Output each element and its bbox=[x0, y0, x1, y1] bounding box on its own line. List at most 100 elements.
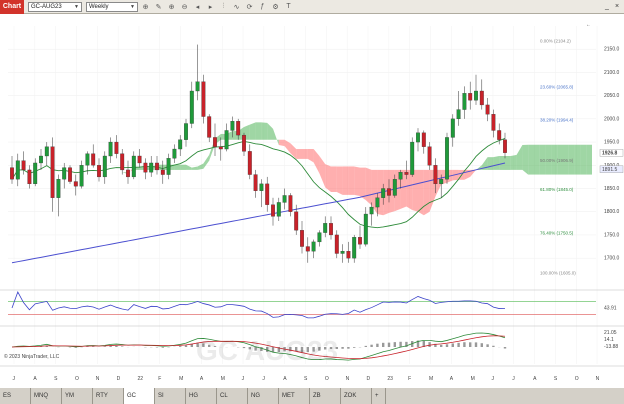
time-tick-label: F bbox=[158, 376, 161, 382]
macd-value-label: 21.05 bbox=[604, 330, 617, 336]
macd-histogram-bar bbox=[393, 342, 396, 347]
zoom-out-icon[interactable]: ⊖ bbox=[179, 1, 190, 12]
candle-body bbox=[340, 251, 345, 254]
period-select[interactable]: Weekly ▼ bbox=[86, 1, 138, 12]
price-tick-label: 1700.0 bbox=[604, 256, 620, 262]
symbol-select[interactable]: GC-AUG23 ▼ bbox=[28, 1, 82, 12]
candle-body bbox=[445, 137, 449, 180]
candle-body bbox=[363, 213, 368, 245]
arrow-left-icon[interactable]: ◂ bbox=[192, 1, 203, 12]
instrument-tab-ym[interactable]: YM bbox=[62, 388, 93, 404]
text-icon[interactable]: T bbox=[283, 1, 294, 12]
ichimoku-cloud-segment bbox=[580, 144, 587, 175]
pencil-icon[interactable]: ✎ bbox=[153, 1, 164, 12]
candle-body bbox=[97, 165, 101, 178]
instrument-tab-si[interactable]: SI bbox=[155, 388, 186, 404]
candle-body bbox=[387, 188, 391, 196]
candle-body bbox=[305, 246, 310, 252]
macd-histogram-bar bbox=[115, 345, 118, 347]
arrow-left-icon[interactable]: ← bbox=[586, 22, 591, 28]
minimize-button[interactable]: _ bbox=[602, 1, 612, 12]
copyright-text: © 2023 NinjaTrader, LLC bbox=[4, 353, 60, 360]
ichimoku-cloud-segment bbox=[522, 144, 529, 175]
instrument-tab-add[interactable]: + bbox=[372, 388, 386, 404]
macd-histogram-bar bbox=[364, 345, 367, 347]
ichimoku-cloud-segment bbox=[534, 144, 540, 175]
instrument-tab-hg[interactable]: HG bbox=[186, 388, 217, 404]
close-button[interactable]: × bbox=[612, 1, 622, 12]
instrument-tab-bar: ES MNQ YM RTY GC SI HG CL NG MET ZB ZOK + bbox=[0, 388, 624, 404]
line-style-icon[interactable]: ∿ bbox=[231, 1, 242, 12]
candle-body bbox=[317, 232, 322, 243]
candle-body bbox=[50, 146, 55, 198]
candle-body bbox=[108, 141, 113, 157]
instrument-tab-ng[interactable]: NG bbox=[248, 388, 279, 404]
candle-body bbox=[311, 241, 316, 252]
sync-icon[interactable]: ⟳ bbox=[244, 1, 255, 12]
macd-value-label: -13.88 bbox=[604, 344, 618, 350]
macd-histogram-bar bbox=[463, 342, 466, 347]
instrument-tab-rty[interactable]: RTY bbox=[93, 388, 124, 404]
macd-histogram-bar bbox=[486, 344, 489, 347]
candle-body bbox=[253, 174, 258, 191]
instrument-tab-gc[interactable]: GC bbox=[124, 388, 155, 404]
candle-body bbox=[137, 155, 142, 164]
instrument-tab-met[interactable]: MET bbox=[279, 388, 310, 404]
macd-histogram-bar bbox=[121, 346, 124, 347]
macd-histogram-bar bbox=[103, 346, 106, 347]
macd-histogram-bar bbox=[341, 347, 344, 349]
settings-icon[interactable]: ⚙ bbox=[270, 1, 281, 12]
price-tick-label: 2050.0 bbox=[604, 93, 620, 99]
candle-body bbox=[247, 151, 252, 175]
instrument-tab-zb[interactable]: ZB bbox=[310, 388, 341, 404]
time-tick-label: N bbox=[346, 376, 350, 382]
ichimoku-cloud-segment bbox=[574, 144, 581, 175]
candle-body bbox=[352, 237, 357, 259]
candle-body bbox=[381, 188, 386, 198]
zoom-in-icon[interactable]: ⊕ bbox=[166, 1, 177, 12]
price-tick-label: 1750.0 bbox=[604, 232, 620, 238]
arrow-right-icon[interactable]: ▸ bbox=[205, 1, 216, 12]
instrument-tab-es[interactable]: ES bbox=[0, 388, 31, 404]
period-value: Weekly bbox=[89, 3, 109, 10]
candle-body bbox=[474, 90, 478, 101]
time-tick-label: 23 bbox=[387, 376, 393, 382]
time-tick-label: O bbox=[325, 376, 329, 382]
ichimoku-cloud-segment bbox=[360, 167, 366, 201]
chart-area[interactable]: 1700.01750.01800.01850.01900.01950.02000… bbox=[0, 14, 624, 388]
macd-histogram-bar bbox=[451, 343, 454, 347]
indicator-icon[interactable]: ƒ bbox=[257, 1, 268, 12]
candle-body bbox=[10, 167, 14, 180]
rsi-value-label: 43.91 bbox=[604, 306, 617, 312]
macd-histogram-bar bbox=[474, 342, 478, 347]
ichimoku-cloud-segment bbox=[174, 164, 181, 170]
ichimoku-cloud-segment bbox=[354, 166, 360, 197]
candle-body bbox=[155, 162, 159, 171]
instrument-tab-cl[interactable]: CL bbox=[217, 388, 248, 404]
macd-histogram-bar bbox=[376, 343, 379, 347]
candle-body bbox=[79, 165, 84, 187]
price-chart[interactable]: 1700.01750.01800.01850.01900.01950.02000… bbox=[0, 14, 624, 388]
instrument-tab-mnq[interactable]: MNQ bbox=[31, 388, 62, 404]
chart-toolbar: Chart GC-AUG23 ▼ Weekly ▼ ⊕ ✎ ⊕ ⊖ ◂ ▸ ⫶ … bbox=[0, 0, 624, 14]
bar-style-icon[interactable]: ⫶ bbox=[218, 1, 229, 12]
candle-body bbox=[421, 132, 426, 147]
candle-body bbox=[62, 167, 67, 180]
candle-body bbox=[224, 130, 229, 150]
candle-body bbox=[462, 93, 467, 110]
fibonacci-level-label: 76.40% (1750.5) bbox=[540, 231, 574, 236]
chart-tab-label[interactable]: Chart bbox=[0, 0, 24, 14]
instrument-tab-zok[interactable]: ZOK bbox=[341, 388, 372, 404]
candle-body bbox=[120, 153, 125, 171]
price-tick-label: 1800.0 bbox=[604, 209, 620, 215]
candle-body bbox=[439, 179, 444, 185]
candle-body bbox=[189, 90, 194, 124]
fibonacci-level-label: 38.20% (1994.4) bbox=[540, 117, 574, 122]
candle-body bbox=[143, 162, 148, 173]
time-tick-label: N bbox=[596, 376, 600, 382]
candle-body bbox=[346, 251, 351, 259]
macd-histogram-bar bbox=[445, 344, 449, 347]
candle-body bbox=[21, 160, 26, 171]
crosshair-icon[interactable]: ⊕ bbox=[140, 1, 151, 12]
candle-body bbox=[276, 202, 281, 217]
